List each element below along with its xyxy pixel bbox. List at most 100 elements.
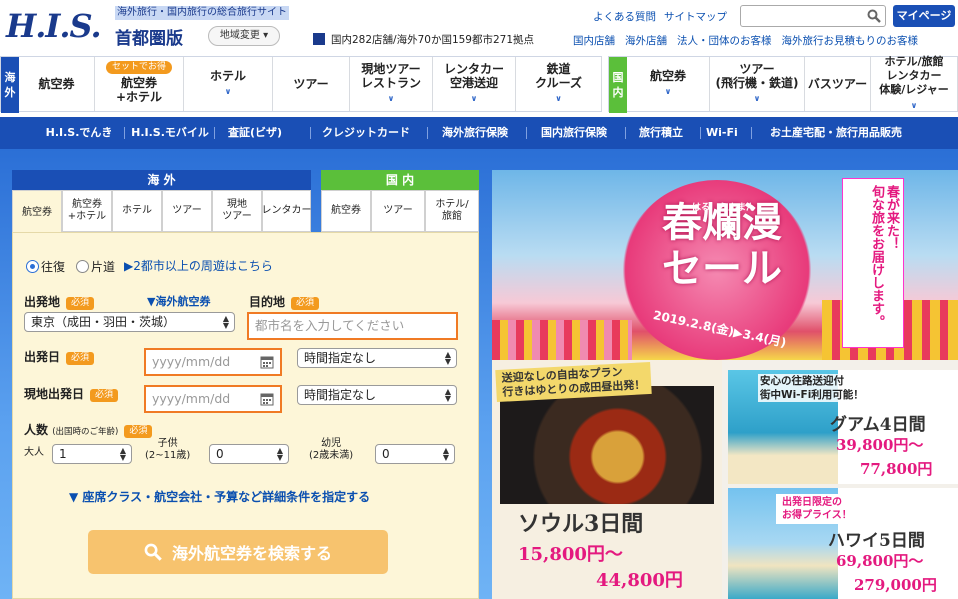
region-label: 首都圏版 [115,29,183,49]
store-link[interactable]: 国内店舗 [573,35,615,47]
child-select[interactable]: 0 ▲ ▼ [209,444,289,464]
required-badge: 必須 [66,297,95,310]
domestic-side-label: 国内 [609,57,627,113]
sale-title: 春爛漫 セール [662,199,782,292]
airline-link[interactable]: ▼海外航空券 [147,293,210,309]
building-icon [313,33,325,45]
chevron-down-icon: ∨ [387,94,395,103]
calendar-icon[interactable] [260,392,274,406]
nav-item-label: バスツアー [807,77,868,91]
domestic-nav-item[interactable]: 航空券 ∨ [627,57,710,111]
guam-price-from: 39,800円〜 [836,436,924,454]
store-stats: 国内282店舗/海外70か国159都市271拠点 [313,33,534,47]
search-icon [144,543,162,561]
domestic-nav: 国内 航空券 ∨ ツアー (飛行機・鉄道) ∨ バスツアー ホテル/旅館 レンタカー 体験… [608,55,958,113]
overseas-side-label: 海外 [1,57,19,113]
overseas-side-char: 外 [4,86,16,99]
subnav-link[interactable]: 査証(ビザ) [220,117,290,149]
infant-select[interactable]: 0 ▲ ▼ [375,444,455,464]
overseas-nav-item[interactable]: 鉄道 クルーズ ∨ [516,57,602,111]
overseas-tab[interactable]: レンタカー [262,190,312,232]
subnav-link[interactable]: 海外旅行保険 [433,117,517,149]
domestic-tab[interactable]: ホテル/ 旅館 [425,190,479,232]
adult-select[interactable]: 1 ▲ ▼ [52,444,132,464]
domestic-nav-item[interactable]: ツアー (飛行機・鉄道) ∨ [710,57,805,111]
overseas-tab[interactable]: 現地 ツアー [212,190,262,232]
overseas-nav-item[interactable]: ホテル ∨ [184,57,273,111]
subnav-divider [526,127,527,139]
people-label: 人数 (出国時のご年齢) 必須 [24,421,153,438]
local-time-select[interactable]: 時間指定なし ▲ ▼ [297,385,457,405]
top-link[interactable]: よくある質問 [593,11,656,23]
multi-city-link[interactable]: ▶2都市以上の周遊はこちら [124,257,273,274]
subnav-divider [700,127,701,139]
overseas-tab[interactable]: ツアー [162,190,212,232]
store-link[interactable]: 海外店舗 [625,35,667,47]
subnav-link[interactable]: Wi-Fi [706,117,738,149]
subnav-link[interactable]: H.I.S.でんき [40,117,118,149]
subnav-link[interactable]: お土産宅配・旅行用品販売 [757,117,915,149]
nav-item-label: ツアー [293,77,329,91]
chevron-down-icon: ∨ [664,87,672,96]
site-tagline: 海外旅行・国内旅行の総合旅行サイト [115,6,289,20]
subnav-link[interactable]: クレジットカード [316,117,416,149]
subnav-link[interactable]: 国内旅行保険 [532,117,616,149]
mypage-button[interactable]: マイページ [893,5,955,27]
overseas-header: 海 外 [12,170,311,190]
roundtrip-radio[interactable] [26,260,39,273]
top-links: よくある質問 サイトマップ [593,9,735,24]
flight-search-button[interactable]: 海外航空券を検索する [88,530,388,574]
guam-price-to: 77,800円 [860,460,933,478]
search-icon[interactable] [867,9,881,23]
domestic-tab[interactable]: 航空券 [321,190,371,232]
departure-select[interactable]: 東京（成田・羽田・茨城） ▲ ▼ [24,312,235,332]
nav-item-label: レンタカー 空港送迎 [443,62,504,90]
hawaii-price-to: 279,000円 [854,576,937,594]
subnav-divider [310,127,311,139]
guam-card[interactable]: 安心の往路送迎付 街中Wi-Fi利用可能！ グアム4日間 39,800円〜 77… [728,370,958,484]
nav-item-label: ホテル/旅館 レンタカー 体験/レジャー [879,55,949,96]
site-search-input[interactable] [740,5,886,27]
hawaii-card[interactable]: 出発日限定の お得プライス！ ハワイ5日間 69,800円〜 279,000円 [728,488,958,599]
subnav-divider [751,127,752,139]
overseas-nav-item[interactable]: レンタカー 空港送迎 ∨ [433,57,516,111]
overseas-tab[interactable]: 航空券 [12,190,62,234]
guam-title: グアム4日間 [830,415,926,435]
local-depart-date-input[interactable]: yyyy/mm/dd [144,385,282,413]
overseas-nav-item[interactable]: ツアー [273,57,350,111]
local-depart-label: 現地出発日 必須 [24,385,119,402]
domestic-nav-item[interactable]: ホテル/旅館 レンタカー 体験/レジャー ∨ [871,55,958,111]
his-logo[interactable]: H.I.S. [4,6,104,42]
sale-ruby: はる らんまん [692,203,756,213]
domestic-side-char: 国 [612,71,624,84]
spring-sale-banner[interactable]: 春爛漫 セール はる らんまん 2019.2.8(金)▶3.4(月) 春が来た！… [492,170,958,599]
nav-item-label: ツアー (飛行機・鉄道) [715,62,799,90]
subnav-link[interactable]: H.I.S.モバイル [130,117,210,149]
top-link[interactable]: サイトマップ [664,11,727,23]
set-deal-badge: セットでお得 [105,61,173,74]
subnav-divider [124,127,125,139]
detail-conditions-link[interactable]: ▼ 座席クラス・航空会社・予算など詳細条件を指定する [69,488,370,505]
oneway-radio[interactable] [76,260,89,273]
overseas-nav: 海外 航空券 セットでお得 航空券 +ホテル ホテル ∨ ツアー 現地ツアー レストラン ∨ レ… [0,56,602,113]
overseas-tab[interactable]: ホテル [112,190,162,232]
region-change-button[interactable]: 地域変更 ▾ [208,26,280,46]
overseas-nav-item[interactable]: 航空券 [19,57,95,111]
domestic-side-char: 内 [612,86,624,99]
domestic-tab[interactable]: ツアー [371,190,425,232]
seoul-card[interactable]: 送迎なしの自由なプラン 行きはゆとりの成田昼出発！ ソウル3日間 15,800円… [492,360,722,599]
destination-input[interactable]: 都市名を入力してください [247,312,458,340]
subnav-link[interactable]: 旅行積立 [631,117,691,149]
depart-time-select[interactable]: 時間指定なし ▲ ▼ [297,348,457,368]
overseas-nav-item[interactable]: セットでお得 航空券 +ホテル [95,57,184,111]
overseas-tab[interactable]: 航空券 +ホテル [62,190,112,232]
overseas-nav-item[interactable]: 現地ツアー レストラン ∨ [350,57,433,111]
depart-date-input[interactable]: yyyy/mm/dd [144,348,282,376]
seoul-price-from: 15,800円〜 [518,544,623,565]
domestic-nav-item[interactable]: バスツアー [805,57,871,111]
domestic-header: 国 内 [321,170,479,190]
store-link[interactable]: 海外旅行お見積もりのお客様 [782,35,919,47]
calendar-icon[interactable] [260,355,274,369]
store-link[interactable]: 法人・団体のお客様 [677,35,772,47]
store-links: 国内店舗 海外店舗 法人・団体のお客様 海外旅行お見積もりのお客様 [573,33,928,48]
